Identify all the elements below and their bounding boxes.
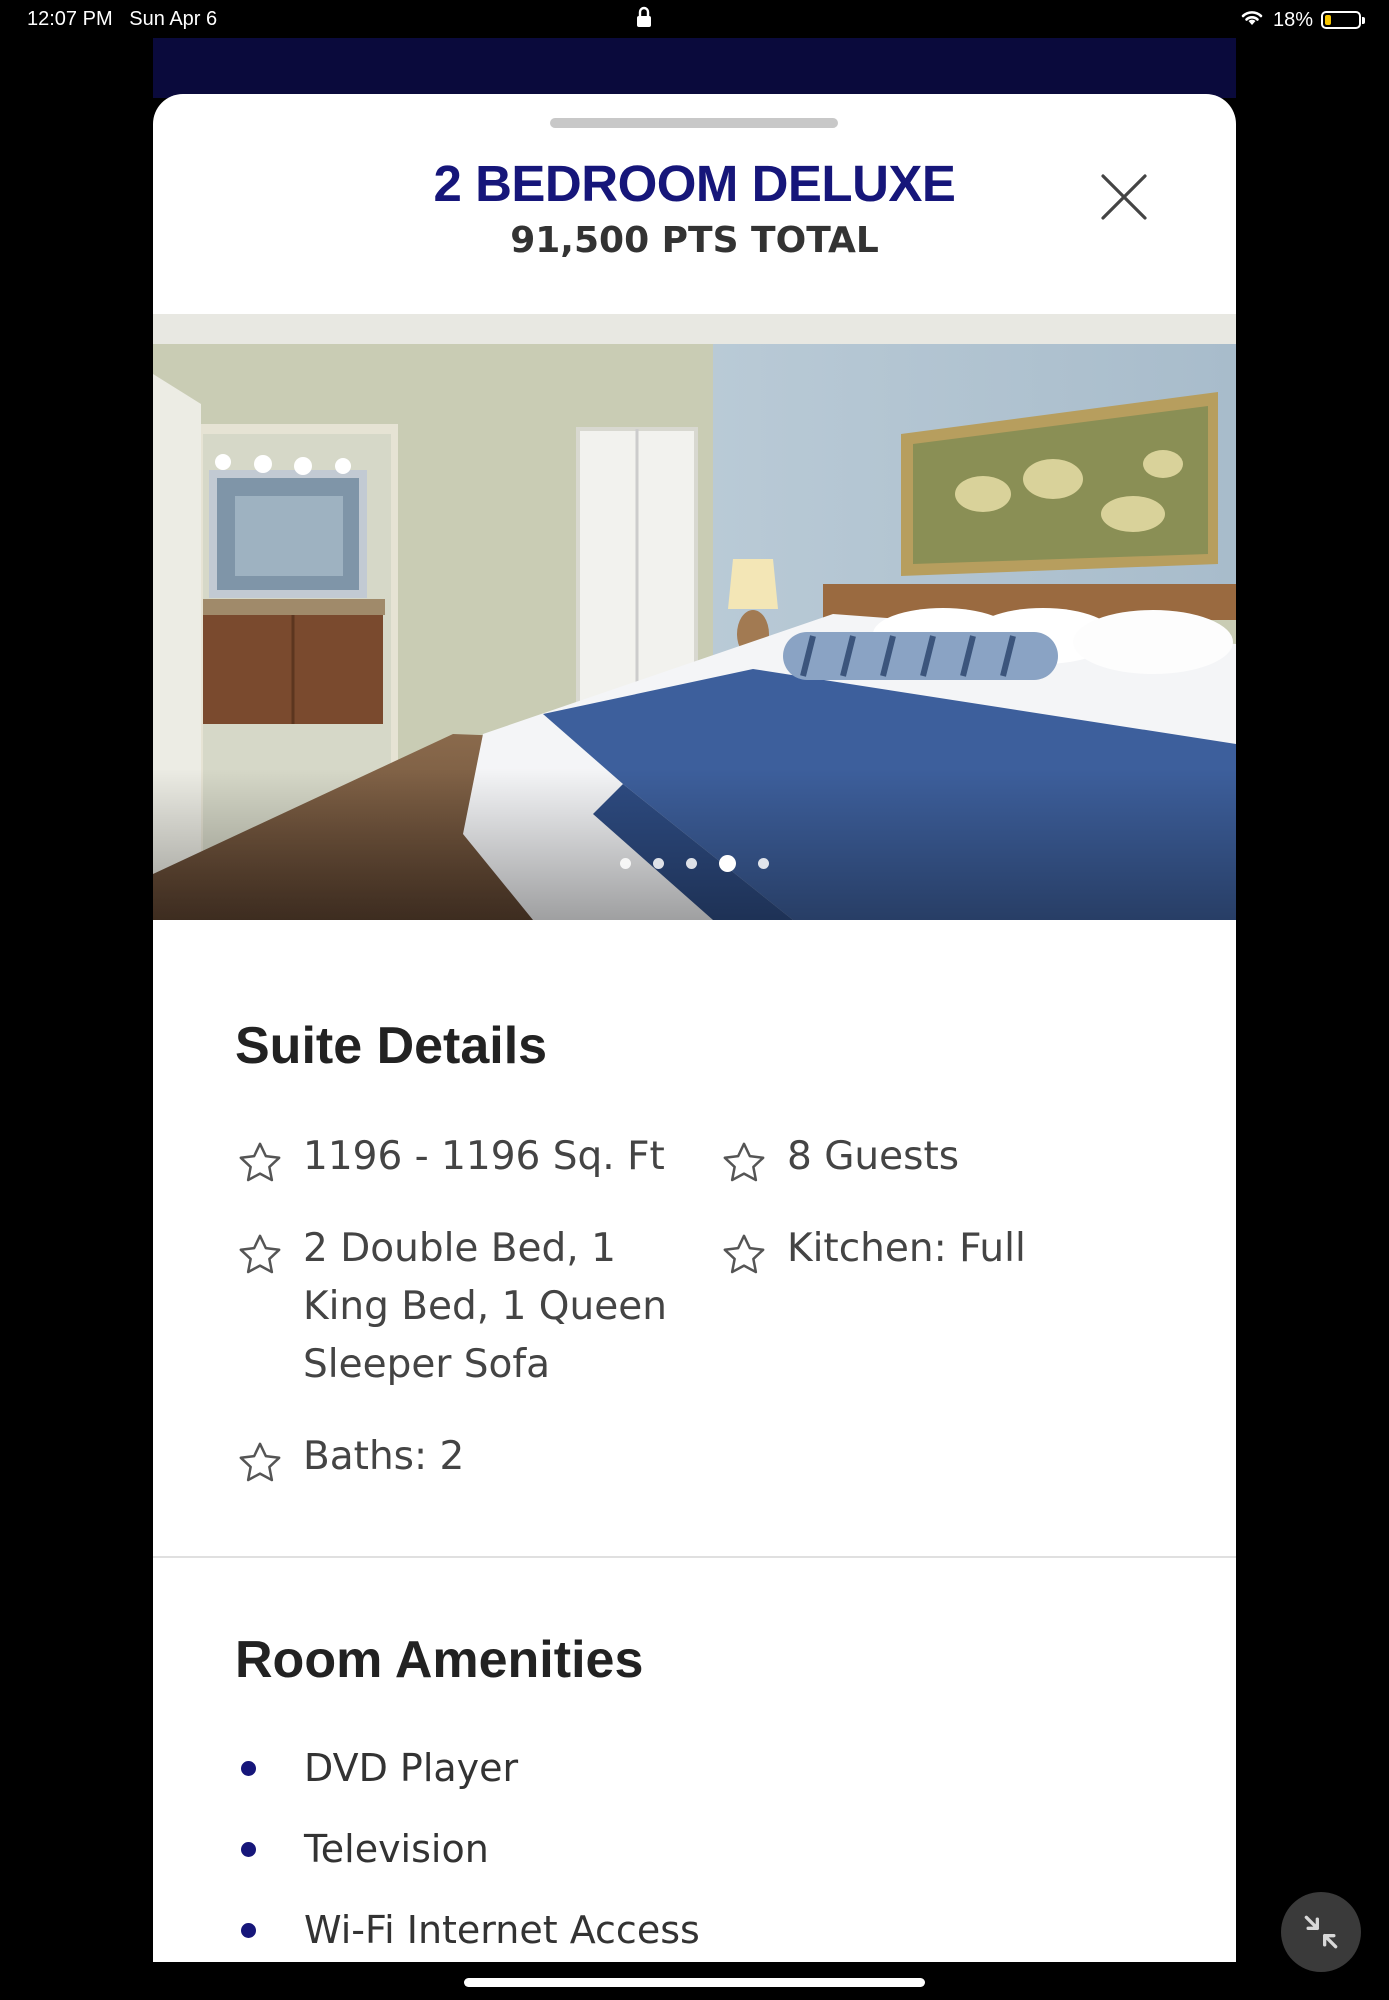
amenity-item: Wi-Fi Internet Access (241, 1908, 700, 1952)
detail-sqft: 1196 - 1196 Sq. Ft (235, 1128, 675, 1188)
status-date: Sun Apr 6 (129, 8, 218, 30)
battery-level (1325, 15, 1331, 25)
star-icon (239, 1234, 281, 1274)
detail-text: 8 Guests (787, 1134, 960, 1179)
collapse-arrows-icon (1304, 1915, 1338, 1949)
star-icon (239, 1442, 281, 1482)
status-bar: 12:07 PM Sun Apr 6 18% (0, 0, 1389, 38)
amenity-item: Television (241, 1827, 489, 1871)
home-indicator[interactable] (464, 1978, 925, 1987)
star-icon (239, 1142, 281, 1182)
room-amenities-heading: Room Amenities (235, 1631, 644, 1689)
status-right: 18% (1239, 7, 1365, 33)
amenity-label: Wi-Fi Internet Access (304, 1908, 700, 1952)
battery-percent: 18% (1272, 8, 1313, 31)
detail-text: 1196 - 1196 Sq. Ft (303, 1134, 665, 1179)
detail-text: Kitchen: Full (787, 1226, 1026, 1271)
lock-icon (636, 6, 652, 34)
close-button[interactable] (1093, 164, 1153, 224)
carousel-dot[interactable] (758, 858, 769, 869)
points-total: 91,500 PTS TOTAL (510, 220, 879, 261)
detail-beds: 2 Double Bed, 1 King Bed, 1 Queen Sleepe… (235, 1220, 675, 1394)
sheet-grabber[interactable] (550, 118, 838, 128)
bullet-icon (241, 1760, 256, 1776)
section-divider (153, 1556, 1236, 1558)
detail-kitchen: Kitchen: Full (719, 1220, 1159, 1280)
modal-title: 2 BEDROOM DELUXE (433, 155, 956, 212)
carousel-dot[interactable] (686, 858, 697, 869)
detail-baths: Baths: 2 (235, 1428, 675, 1488)
detail-text: Baths: 2 (303, 1434, 465, 1479)
carousel-dot[interactable] (620, 858, 631, 869)
status-time: 12:07 PM Sun Apr 6 (27, 8, 217, 31)
star-icon (723, 1234, 765, 1274)
bullet-icon (241, 1841, 256, 1857)
close-icon (1101, 174, 1147, 220)
suite-photo-carousel[interactable] (153, 314, 1236, 920)
wifi-icon (1239, 7, 1265, 33)
detail-guests: 8 Guests (719, 1128, 1159, 1188)
suite-detail-sheet: 2 BEDROOM DELUXE 91,500 PTS TOTAL Suite … (153, 94, 1236, 1962)
amenity-label: Television (304, 1827, 489, 1871)
battery-icon (1321, 11, 1365, 29)
carousel-dot[interactable] (653, 858, 664, 869)
amenity-item: DVD Player (241, 1746, 518, 1790)
page-backdrop (153, 38, 1236, 98)
detail-text: 2 Double Bed, 1 King Bed, 1 Queen Sleepe… (303, 1226, 667, 1387)
suite-details-heading: Suite Details (235, 1017, 548, 1075)
carousel-dot[interactable] (719, 855, 736, 872)
star-icon (723, 1142, 765, 1182)
bedroom-photo (153, 314, 1236, 920)
amenity-label: DVD Player (304, 1746, 519, 1790)
collapse-button[interactable] (1281, 1892, 1361, 1972)
carousel-dots[interactable] (153, 855, 1236, 872)
bullet-icon (241, 1922, 256, 1938)
status-clock: 12:07 PM (27, 8, 113, 30)
